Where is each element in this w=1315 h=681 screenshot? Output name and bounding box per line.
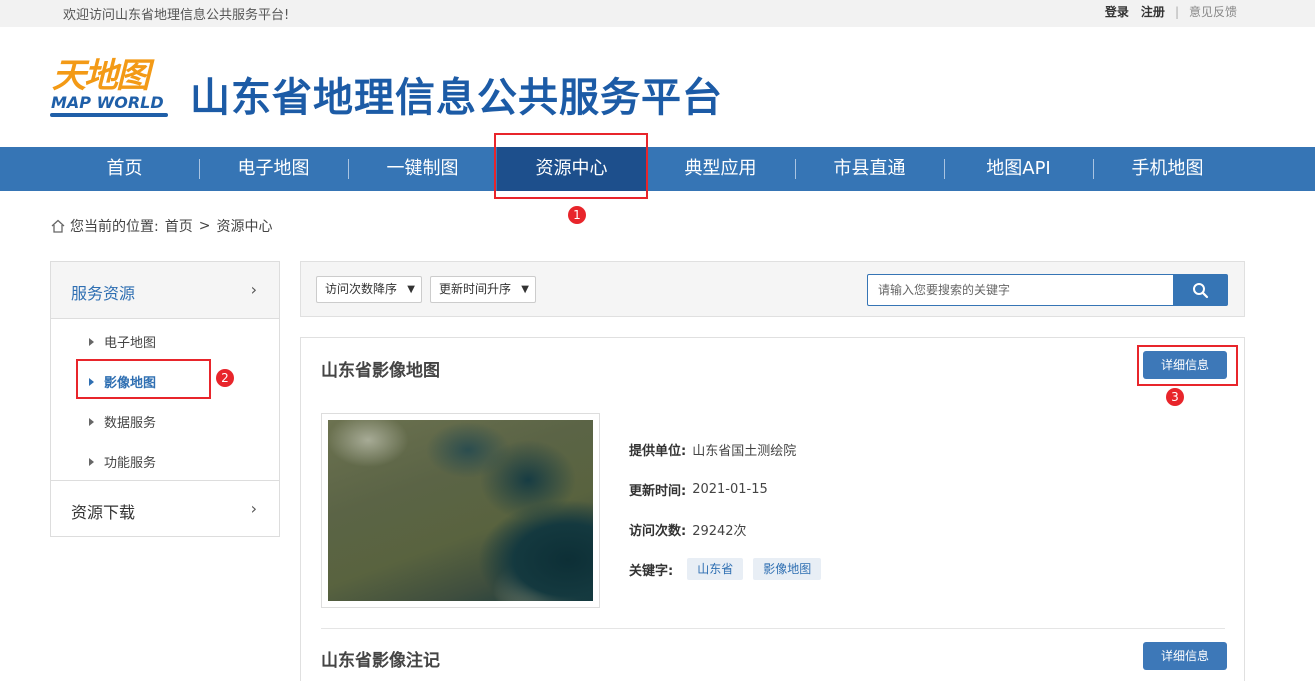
resource-title[interactable]: 山东省影像地图 [321,356,440,381]
breadcrumb-prefix: 您当前的位置: [70,219,159,235]
login-link[interactable]: 登录 [1105,3,1129,20]
nav-item-one-click-map[interactable]: 一键制图 [348,147,497,191]
logo-en-text: MAP WORLD [51,93,164,112]
keywords-label: 关键字: [629,563,674,579]
top-links: 登录 注册 | 意见反馈 [1093,3,1237,20]
sidebar-section-label: 资源下载 [71,503,136,522]
top-bar: 欢迎访问山东省地理信息公共服务平台! 登录 注册 | 意见反馈 [0,0,1315,27]
site-header: 天地图 MAP WORLD 山东省地理信息公共服务平台 [0,27,1315,147]
mapworld-logo[interactable]: 天地图 MAP WORLD [50,48,172,120]
nav-item-typical-apps[interactable]: 典型应用 [646,147,795,191]
visits-label: 访问次数: [629,524,687,539]
caret-right-icon [89,457,94,466]
updated-label: 更新时间: [629,484,687,499]
search-icon [1193,283,1209,299]
sidebar-item-label: 电子地图 [104,336,157,351]
sort-by-update-select[interactable]: 更新时间升序 ▼ [430,276,536,303]
main-nav: 首页 电子地图 一键制图 资源中心 典型应用 市县直通 地图API 手机地图 [0,147,1315,191]
sidebar-section-resource-download[interactable]: 资源下载 › [51,480,279,537]
filter-toolbar: 访问次数降序 ▼ 更新时间升序 ▼ 请输入您要搜索的关键字 [300,261,1245,317]
breadcrumb-home-link[interactable]: 首页 [165,216,193,236]
welcome-text: 欢迎访问山东省地理信息公共服务平台! [63,8,290,23]
item-divider [321,628,1225,629]
sidebar-item-label: 功能服务 [104,456,157,471]
chevron-down-icon: ▼ [407,284,415,295]
top-separator: | [1174,4,1179,19]
sidebar-item-label: 数据服务 [104,416,157,431]
nav-item-map-api[interactable]: 地图API [944,147,1093,191]
sort-by-visits-value: 访问次数降序 [325,282,398,296]
nav-item-home[interactable]: 首页 [50,147,199,191]
search-input[interactable]: 请输入您要搜索的关键字 [867,274,1174,306]
logo-cn-text: 天地图 [52,56,150,96]
annotation-box-1 [494,133,648,199]
resource-thumbnail[interactable] [321,413,600,608]
resource-list: 山东省影像地图 详细信息 提供单位: 山东省国土测绘院 更新时间: 2021-0… [300,337,1245,681]
provider-label: 提供单位: [629,444,687,459]
annotation-box-3 [1137,345,1238,386]
updated-row: 更新时间: 2021-01-15 [629,480,768,499]
keywords-row: 关键字: 山东省 影像地图 [629,558,831,580]
nav-item-city-county[interactable]: 市县直通 [795,147,944,191]
resource-title[interactable]: 山东省影像注记 [321,646,440,671]
sidebar-section-service-resources[interactable]: 服务资源 › [51,262,279,319]
annotation-box-2 [76,359,211,399]
detail-button[interactable]: 详细信息 [1143,642,1227,670]
chevron-down-icon: ▼ [521,284,529,295]
breadcrumb-separator: > [198,218,211,234]
home-icon [51,219,65,233]
caret-right-icon [89,417,94,426]
sort-by-update-value: 更新时间升序 [439,282,512,296]
search-button[interactable] [1173,274,1228,306]
annotation-badge-1: 1 [568,206,586,224]
visits-value: 29242次 [692,524,747,539]
breadcrumb: 您当前的位置: 首页 > 资源中心 [50,216,272,236]
register-link[interactable]: 注册 [1141,3,1165,20]
sidebar-item-function-service[interactable]: 功能服务 [89,452,156,471]
satellite-image [328,420,593,601]
keyword-tag[interactable]: 影像地图 [753,558,822,580]
breadcrumb-current: 资源中心 [216,219,273,235]
annotation-badge-2: 2 [216,369,234,387]
logo-swoosh [50,113,168,117]
sidebar: 服务资源 › 电子地图 影像地图 数据服务 功能服务 资源下载 › [50,261,280,537]
caret-right-icon [89,337,94,346]
chevron-right-icon: › [250,280,257,299]
visits-row: 访问次数: 29242次 [629,520,747,539]
chevron-right-icon: › [250,499,257,518]
provider-row: 提供单位: 山东省国土测绘院 [629,440,796,459]
updated-value: 2021-01-15 [692,482,768,497]
provider-value: 山东省国土测绘院 [692,444,797,459]
nav-item-electronic-map[interactable]: 电子地图 [199,147,348,191]
feedback-link[interactable]: 意见反馈 [1189,3,1237,20]
keyword-tag[interactable]: 山东省 [687,558,744,580]
sidebar-item-data-service[interactable]: 数据服务 [89,412,156,431]
sidebar-item-electronic-map[interactable]: 电子地图 [89,332,156,351]
annotation-badge-3: 3 [1166,388,1184,406]
sort-by-visits-select[interactable]: 访问次数降序 ▼ [316,276,422,303]
nav-item-mobile-map[interactable]: 手机地图 [1093,147,1242,191]
sidebar-section-label: 服务资源 [71,284,136,303]
site-title: 山东省地理信息公共服务平台 [190,75,723,121]
